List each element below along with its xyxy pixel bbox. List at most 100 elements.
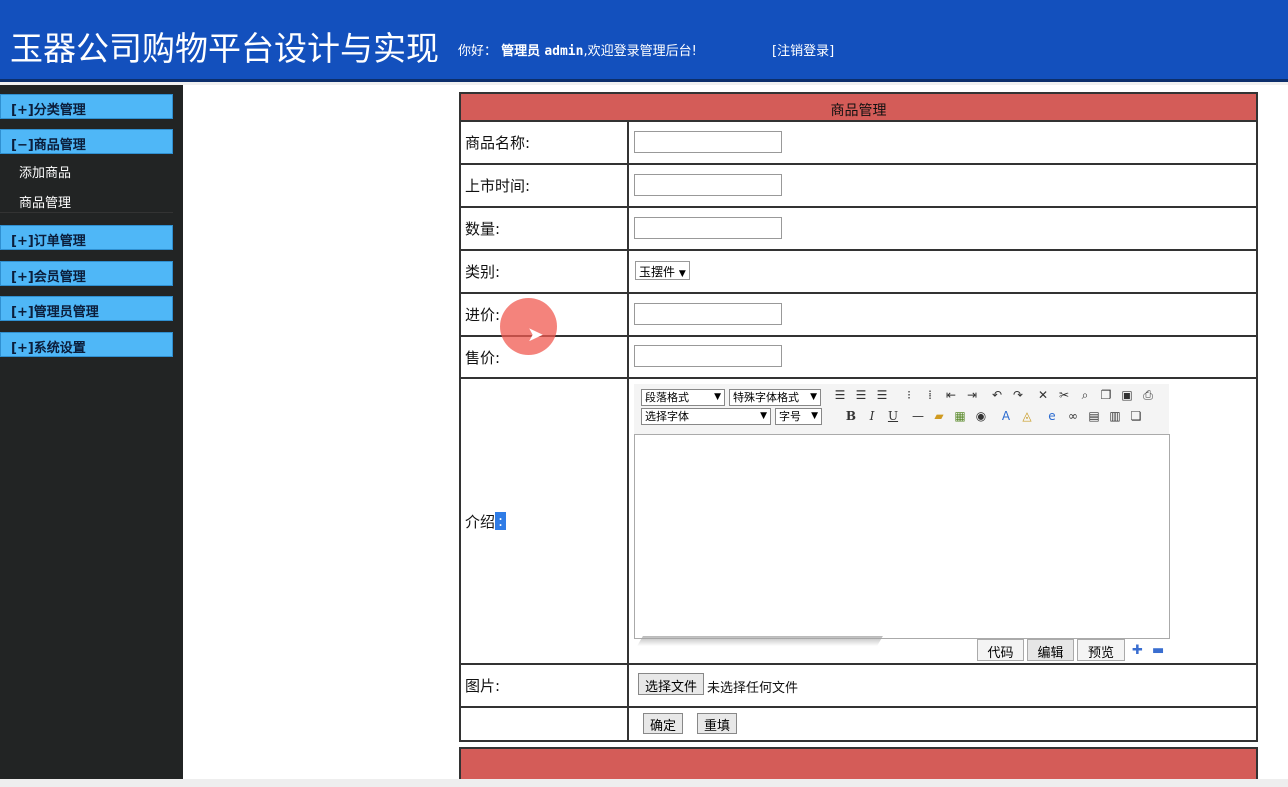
special-font-format-select[interactable]: 特殊字体格式 ▼ — [729, 389, 821, 406]
actions-label-cell — [461, 708, 629, 740]
rich-text-editor: 段落格式 ▼ 特殊字体格式 ▼ 选择字体 ▼ 字号 ▼ ☰ ☰ ☰ ⁝ ⁞ ⇤ ⇥ ↶ … — [634, 384, 1171, 666]
insert-xml-icon[interactable]: ❏ — [1128, 408, 1144, 424]
category-select[interactable]: 玉摆件 ▼ — [635, 261, 690, 280]
editor-toolbar: 段落格式 ▼ 特殊字体格式 ▼ 选择字体 ▼ 字号 ▼ ☰ ☰ ☰ ⁝ ⁞ ⇤ ⇥ ↶ … — [634, 384, 1169, 434]
row-category: 类别: 玉摆件 ▼ — [459, 251, 1258, 294]
greeting-suffix: ,欢迎登录管理后台! — [583, 44, 697, 59]
row-actions: 确定 重填 — [459, 708, 1258, 742]
outdent-icon[interactable]: ⇤ — [943, 387, 959, 403]
underline-icon[interactable]: U — [885, 408, 901, 424]
collapse-minus-icon[interactable]: ▬ — [1152, 643, 1164, 658]
form-footer-bar — [459, 747, 1258, 779]
align-right-icon[interactable]: ☰ — [874, 387, 890, 403]
chevron-down-icon: ▼ — [811, 411, 818, 421]
redo-icon[interactable]: ↷ — [1010, 387, 1026, 403]
bold-icon[interactable]: B — [843, 408, 859, 424]
row-image: 图片: 选择文件 未选择任何文件 — [459, 665, 1258, 708]
intro-colon: : — [495, 512, 507, 530]
form-title: 商品管理 — [459, 92, 1258, 122]
intro-label-cell: 介绍: — [461, 379, 629, 663]
row-cost: 进价: — [459, 294, 1258, 337]
date-label: 上市时间: — [461, 165, 629, 206]
row-price: 售价: — [459, 337, 1258, 379]
row-qty: 数量: — [459, 208, 1258, 251]
horizontal-rule-icon[interactable]: — — [910, 408, 926, 424]
category-selected-value: 玉摆件 — [639, 265, 676, 279]
font-family-select[interactable]: 选择字体 ▼ — [641, 408, 771, 425]
italic-icon[interactable]: I — [864, 408, 880, 424]
insert-folder-icon[interactable]: ▰ — [931, 408, 947, 424]
chevron-down-icon: ▼ — [714, 392, 721, 402]
insert-link-icon[interactable]: ∞ — [1065, 408, 1081, 424]
reset-button[interactable]: 重填 — [697, 713, 738, 734]
name-label: 商品名称: — [461, 122, 629, 163]
submenu-product-manage[interactable]: 商品管理 — [19, 192, 71, 211]
copy-icon[interactable]: ❐ — [1098, 387, 1114, 403]
mode-preview-button[interactable]: 预览 — [1077, 639, 1125, 661]
image-label: 图片: — [461, 665, 629, 706]
user-role: 管理员 — [501, 44, 541, 59]
ordered-list-icon[interactable]: ⁞ — [922, 387, 938, 403]
indent-icon[interactable]: ⇥ — [964, 387, 980, 403]
highlight-icon[interactable]: ◬ — [1019, 408, 1035, 424]
print-icon[interactable]: ⎙ — [1140, 387, 1156, 403]
menu-admin[interactable]: [+]管理员管理 — [0, 296, 173, 321]
sidebar: [+]分类管理 [−]商品管理 添加商品 商品管理 [+]订单管理 [+]会员管… — [0, 85, 183, 779]
cursor-arrow-icon: ➤ — [527, 322, 544, 346]
greeting-prefix: 你好： — [458, 44, 498, 59]
chevron-down-icon: ▼ — [760, 411, 767, 421]
unordered-list-icon[interactable]: ⁝ — [901, 387, 917, 403]
align-center-icon[interactable]: ☰ — [853, 387, 869, 403]
editor-content-area[interactable] — [634, 434, 1170, 639]
chevron-down-icon: ▼ — [810, 392, 817, 402]
row-intro: 介绍: 段落格式 ▼ 特殊字体格式 ▼ 选择字体 ▼ 字号 ▼ ☰ ☰ ☰ ⁝ ⁞ ⇤ … — [459, 379, 1258, 665]
menu-product[interactable]: [−]商品管理 — [0, 129, 173, 154]
qty-label: 数量: — [461, 208, 629, 249]
menu-order[interactable]: [+]订单管理 — [0, 225, 173, 250]
launch-date-input[interactable] — [634, 174, 782, 196]
menu-divider — [0, 212, 173, 213]
mode-code-button[interactable]: 代码 — [977, 639, 1024, 661]
special-font-format-label: 特殊字体格式 — [733, 391, 799, 404]
greeting: 你好： 管理员 admin,欢迎登录管理后台! — [458, 40, 697, 59]
sale-price-input[interactable] — [634, 345, 782, 367]
site-title: 玉器公司购物平台设计与实现 — [10, 29, 439, 68]
category-label: 类别: — [461, 251, 629, 292]
font-family-label: 选择字体 — [645, 410, 689, 423]
mode-edit-button[interactable]: 编辑 — [1027, 639, 1074, 661]
editor-shadow — [637, 636, 883, 646]
font-size-label: 字号 — [779, 410, 801, 423]
menu-category[interactable]: [+]分类管理 — [0, 94, 173, 119]
undo-icon[interactable]: ↶ — [989, 387, 1005, 403]
username: admin — [544, 44, 584, 59]
font-color-icon[interactable]: A — [998, 408, 1014, 424]
cost-price-input[interactable] — [634, 303, 782, 325]
row-date: 上市时间: — [459, 165, 1258, 208]
submit-button[interactable]: 确定 — [643, 713, 684, 734]
page-bottom-bar — [0, 779, 1288, 787]
paragraph-format-select[interactable]: 段落格式 ▼ — [641, 389, 725, 406]
insert-element-icon[interactable]: ▥ — [1107, 408, 1123, 424]
remove-format-icon[interactable]: ✕ — [1035, 387, 1051, 403]
find-icon[interactable]: ⌕ — [1077, 387, 1093, 403]
chevron-down-icon: ▼ — [678, 269, 686, 279]
insert-web-icon[interactable]: e — [1044, 408, 1060, 424]
insert-image-icon[interactable]: ▦ — [952, 408, 968, 424]
header: 玉器公司购物平台设计与实现 你好： 管理员 admin,欢迎登录管理后台! [注… — [0, 0, 1288, 82]
choose-file-button[interactable]: 选择文件 — [638, 673, 705, 695]
cut-icon[interactable]: ✂ — [1056, 387, 1072, 403]
align-left-icon[interactable]: ☰ — [832, 387, 848, 403]
font-size-select[interactable]: 字号 ▼ — [775, 408, 822, 425]
insert-media-icon[interactable]: ◉ — [973, 408, 989, 424]
expand-plus-icon[interactable]: ✚ — [1132, 643, 1143, 658]
paste-icon[interactable]: ▣ — [1119, 387, 1135, 403]
intro-label: 介绍 — [465, 512, 496, 531]
row-name: 商品名称: — [459, 122, 1258, 165]
insert-table-icon[interactable]: ▤ — [1086, 408, 1102, 424]
submenu-add-product[interactable]: 添加商品 — [19, 162, 71, 181]
logout-link[interactable]: [注销登录] — [772, 40, 834, 59]
menu-member[interactable]: [+]会员管理 — [0, 261, 173, 286]
product-name-input[interactable] — [634, 131, 782, 153]
menu-system[interactable]: [+]系统设置 — [0, 332, 173, 357]
quantity-input[interactable] — [634, 217, 782, 239]
